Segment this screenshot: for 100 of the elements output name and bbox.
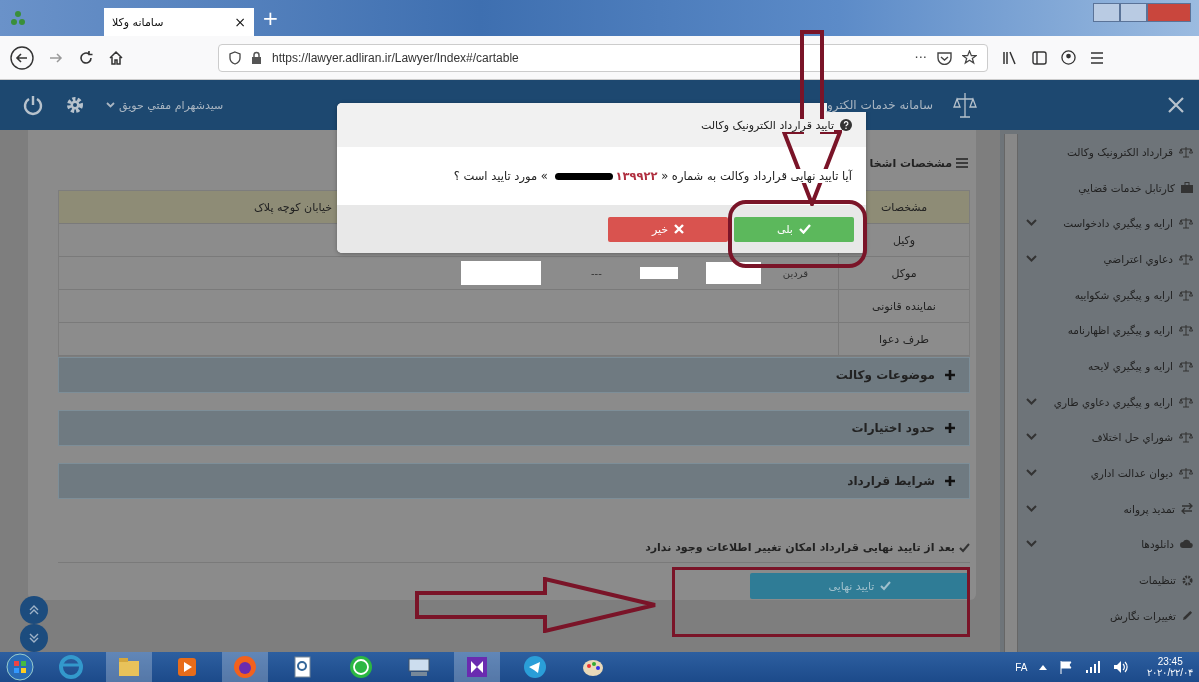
- url-text: https://lawyer.adliran.ir/Lawyer/Index#/cartable: [272, 50, 519, 65]
- plus-icon: [945, 476, 955, 486]
- chevron-icon[interactable]: [1026, 433, 1037, 442]
- panel-title: مشخصات اشخا: [869, 156, 952, 170]
- chevron-icon[interactable]: [1026, 469, 1037, 478]
- briefcase-icon: [1181, 182, 1193, 194]
- check-icon: [959, 542, 970, 553]
- address-bar[interactable]: https://lawyer.adliran.ir/Lawyer/Index#/cartable ···: [218, 43, 988, 72]
- scroll-up-button[interactable]: [20, 596, 48, 624]
- scales-logo-icon: [953, 91, 977, 119]
- redaction-block: [639, 267, 678, 279]
- account-icon[interactable]: [1061, 50, 1076, 65]
- sidebar-item[interactable]: ارايه و پيگيري اظهارنامه: [1067, 324, 1173, 337]
- home-icon[interactable]: [108, 49, 124, 66]
- chevron-icon[interactable]: [1026, 540, 1037, 549]
- list-icon: [956, 158, 968, 168]
- sidebar-item[interactable]: کارتابل خدمات قضايي: [1078, 181, 1175, 194]
- scroll-down-button[interactable]: [20, 624, 48, 652]
- sidebar-item[interactable]: شوراي حل اختلاف: [1091, 431, 1173, 444]
- power-icon[interactable]: [22, 94, 44, 116]
- gear-icon: [1182, 574, 1193, 586]
- scales-icon: [1179, 395, 1193, 408]
- window-controls[interactable]: [1093, 2, 1191, 22]
- lock-icon: [251, 51, 262, 64]
- star-icon[interactable]: [962, 50, 977, 65]
- sidebar-item[interactable]: قرارداد الکترونیک وکالت: [1067, 145, 1173, 158]
- sidebar-item[interactable]: ديوان عدالت اداري: [1090, 467, 1173, 480]
- reload-icon[interactable]: [78, 49, 94, 66]
- page-actions-button[interactable]: ···: [914, 50, 927, 65]
- bowtie-app-icon[interactable]: [454, 652, 500, 682]
- sidebar-item[interactable]: تمدید پروانه: [1123, 502, 1175, 515]
- folder-icon[interactable]: [106, 652, 152, 682]
- flag-icon[interactable]: [1059, 660, 1074, 674]
- help-icon: [840, 119, 852, 131]
- speaker-icon[interactable]: [1113, 660, 1130, 674]
- app-logo-icon: [10, 10, 26, 26]
- start-button[interactable]: [4, 653, 36, 681]
- sidebar-item[interactable]: دانلودها: [1141, 538, 1174, 551]
- yes-button[interactable]: بلی: [734, 216, 854, 242]
- settings-icon[interactable]: [64, 94, 86, 116]
- browser-tab[interactable]: × سامانه وکلا: [104, 8, 254, 36]
- pocket-icon[interactable]: [937, 50, 952, 65]
- check-icon: [880, 581, 892, 591]
- sidebar-item[interactable]: ارايه و پيگيري لايحه: [1088, 359, 1173, 372]
- sidebar-item[interactable]: ارايه و پيگيري دعاوي طاري: [1053, 395, 1173, 408]
- sidebar-item[interactable]: ارايه و پيگيري شكواييه: [1074, 288, 1173, 301]
- tab-title: سامانه وکلا: [112, 15, 164, 29]
- warning-note: بعد از تایید نهایی قرارداد امکان تغییر اطلاعات وجود ندارد: [645, 541, 955, 554]
- row-label: طرف دعوا: [838, 323, 969, 355]
- caret-up-icon[interactable]: [1039, 664, 1048, 670]
- sidebar-item[interactable]: دعاوي اعتراضي: [1103, 252, 1173, 265]
- close-icon[interactable]: [1167, 96, 1185, 114]
- sidebar-item[interactable]: تنظیمات: [1138, 574, 1176, 587]
- menu-icon[interactable]: [1090, 51, 1104, 64]
- scales-icon: [1179, 359, 1193, 372]
- accordion-header[interactable]: شرایط قرارداد: [58, 463, 970, 499]
- sidebar-item[interactable]: ارايه و پيگيري دادخواست: [1063, 217, 1173, 230]
- check-icon: [798, 224, 811, 234]
- clock-time: 23:45: [1157, 656, 1183, 667]
- accordion-header[interactable]: موضوعات وکالت: [58, 357, 970, 393]
- close-icon: [674, 224, 685, 234]
- scrollbar[interactable]: [1004, 134, 1018, 652]
- back-icon[interactable]: [10, 45, 34, 70]
- tab-close-button[interactable]: ×: [234, 14, 246, 30]
- dialog-message: آیا تایید نهایی قرارداد وکالت به شماره « ۱۳۹۹۲۲ » مورد تایید است ؟: [453, 169, 852, 183]
- scales-icon: [1179, 252, 1193, 265]
- sidebar-item[interactable]: تغییرات نگارش: [1109, 609, 1176, 622]
- scales-icon: [1179, 467, 1193, 480]
- scales-icon: [1179, 324, 1193, 337]
- no-button[interactable]: خیر: [608, 216, 728, 242]
- scales-icon: [1179, 431, 1193, 444]
- pencil-icon: [1182, 610, 1193, 622]
- language-indicator[interactable]: FA: [1015, 661, 1028, 673]
- chevron-icon: [106, 102, 115, 108]
- column-header: خیابان کوچه پلاک: [254, 200, 333, 214]
- exchange-icon: [1181, 503, 1193, 515]
- scales-icon: [1179, 217, 1193, 230]
- dialog-title: تایید قرارداد الکترونیک وکالت: [700, 118, 834, 132]
- table-cell: ---: [591, 267, 602, 279]
- redaction-block: [705, 262, 761, 284]
- shield-icon: [229, 50, 241, 65]
- chevron-icon[interactable]: [1026, 504, 1037, 513]
- chevron-icon[interactable]: [1026, 219, 1037, 228]
- accordion-header[interactable]: حدود اختیارات: [58, 410, 970, 446]
- plus-icon: [945, 423, 955, 433]
- sidebar-icon[interactable]: [1032, 50, 1047, 65]
- scales-icon: [1179, 288, 1193, 301]
- clock-date: ۲۰۲۰/۲۲/۰۴: [1147, 667, 1193, 678]
- plus-icon: [945, 370, 955, 380]
- new-tab-button[interactable]: +: [262, 8, 279, 28]
- cloud-icon: [1180, 539, 1193, 550]
- table-cell: قردین: [782, 267, 808, 279]
- chevron-icon[interactable]: [1026, 254, 1037, 263]
- scales-icon: [1179, 145, 1193, 158]
- signal-icon[interactable]: [1085, 661, 1102, 673]
- row-label: نماینده قانونی: [838, 290, 969, 322]
- library-icon[interactable]: [1002, 50, 1018, 65]
- row-label: موکل: [838, 257, 969, 289]
- system-title: سامانه خدمات الکترو: [827, 98, 933, 112]
- chevron-icon[interactable]: [1026, 397, 1037, 406]
